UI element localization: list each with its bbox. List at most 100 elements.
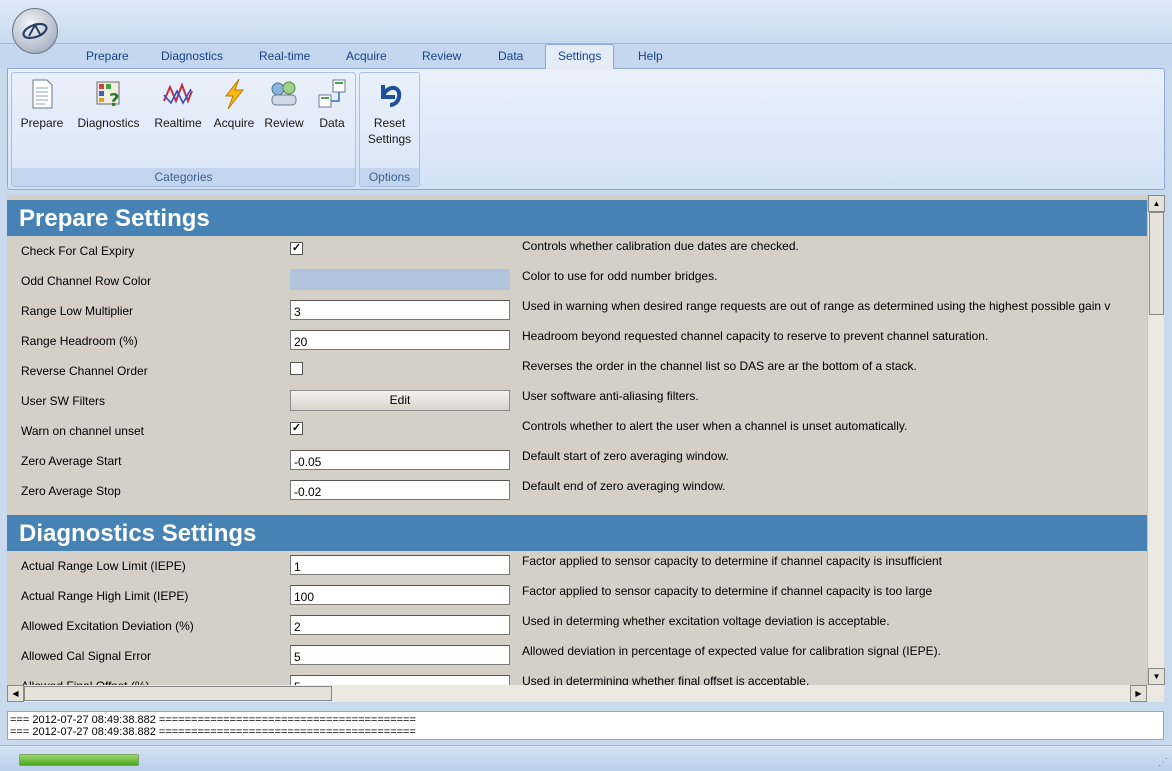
setting-label: Range Headroom (%) <box>21 334 138 348</box>
scroll-up-arrow-icon[interactable]: ▲ <box>1148 195 1165 212</box>
setting-label: Allowed Cal Signal Error <box>21 649 152 663</box>
setting-input[interactable] <box>290 330 510 350</box>
setting-label: Reverse Channel Order <box>21 364 148 378</box>
color-swatch[interactable] <box>290 269 510 290</box>
setting-label: Warn on channel unset <box>21 424 144 438</box>
reset-settings-button[interactable]: Reset Settings <box>362 77 417 147</box>
scroll-down-arrow-icon[interactable]: ▼ <box>1148 668 1165 685</box>
diagnostics-grid-icon: ? <box>96 81 119 111</box>
setting-description: Factor applied to sensor capacity to det… <box>522 584 933 598</box>
setting-row-allowed-cal-signal-error: Allowed Cal Signal Error Allowed deviatio… <box>7 641 1147 671</box>
horizontal-scroll-thumb[interactable] <box>24 686 332 701</box>
setting-input[interactable] <box>290 615 510 635</box>
options-group-label: Options <box>360 168 419 186</box>
setting-description: Used in determing whether excitation vol… <box>522 614 890 628</box>
scroll-left-arrow-icon[interactable]: ◀ <box>7 685 24 702</box>
setting-row-zero-average-start: Zero Average Start Default start of zero … <box>7 446 1147 476</box>
categories-group-label: Categories <box>12 168 355 186</box>
tab-acquire[interactable]: Acquire <box>346 49 387 63</box>
setting-row-user-sw-filters: User SW Filters Edit User software anti-al… <box>7 386 1147 416</box>
setting-label: Actual Range High Limit (IEPE) <box>21 589 189 603</box>
setting-input[interactable] <box>290 585 510 605</box>
application-menu-orb[interactable] <box>12 8 58 54</box>
setting-input[interactable] <box>290 645 510 665</box>
setting-checkbox[interactable]: ✓ <box>290 242 303 255</box>
vertical-scrollbar[interactable]: ▲ ▼ <box>1147 195 1165 685</box>
setting-checkbox[interactable] <box>290 362 303 375</box>
diagnostics-button[interactable]: ? Diagnostics <box>71 77 146 131</box>
status-bar: ⋰ <box>0 745 1172 771</box>
data-button[interactable]: Data <box>310 77 354 131</box>
setting-input[interactable] <box>290 450 510 470</box>
tab-prepare[interactable]: Prepare <box>86 49 129 63</box>
setting-description: Allowed deviation in percentage of expec… <box>522 644 941 658</box>
setting-input[interactable] <box>290 555 510 575</box>
setting-row-warn-on-channel-unset: Warn on channel unset ✓ Controls whether t… <box>7 416 1147 446</box>
setting-row-range-low-multiplier: Range Low Multiplier Used in warning when… <box>7 296 1147 326</box>
waveform-icon <box>163 82 193 105</box>
prepare-button[interactable]: Prepare <box>16 77 68 131</box>
setting-description: Default start of zero averaging window. <box>522 449 729 463</box>
tab-review[interactable]: Review <box>422 49 461 63</box>
scroll-right-arrow-icon[interactable]: ▶ <box>1130 685 1147 702</box>
setting-label: Zero Average Start <box>21 454 122 468</box>
data-tree-icon <box>318 79 346 108</box>
tab-diagnostics[interactable]: Diagnostics <box>161 49 223 63</box>
setting-description: Controls whether calibration due dates a… <box>522 239 799 253</box>
edit-button[interactable]: Edit <box>290 390 510 411</box>
setting-description: Color to use for odd number bridges. <box>522 269 718 283</box>
categories-group: Prepare ? Diagnostics Realtime Acquire R… <box>11 72 356 187</box>
realtime-button[interactable]: Realtime <box>148 77 208 131</box>
setting-row-actual-range-low-limit-iepe: Actual Range Low Limit (IEPE) Factor appl… <box>7 551 1147 581</box>
setting-description: Controls whether to alert the user when … <box>522 419 908 433</box>
undo-arrow-icon <box>380 85 401 107</box>
document-icon <box>32 79 53 109</box>
progress-bar <box>19 754 139 766</box>
setting-row-check-for-cal-expiry: Check For Cal Expiry ✓ Controls whether ca… <box>7 236 1147 266</box>
resize-grip-icon[interactable]: ⋰ <box>1158 757 1168 768</box>
tab-data[interactable]: Data <box>498 49 523 63</box>
svg-text:?: ? <box>109 90 119 111</box>
log-line: === 2012-07-27 08:49:38.882 ============… <box>10 714 416 726</box>
setting-description: Reverses the order in the channel list s… <box>522 359 917 373</box>
setting-row-allowed-excitation-deviation: Allowed Excitation Deviation (%) Used in … <box>7 611 1147 641</box>
ribbon-panel: Prepare ? Diagnostics Realtime Acquire R… <box>7 68 1165 190</box>
setting-input[interactable] <box>290 300 510 320</box>
setting-label: Allowed Excitation Deviation (%) <box>21 619 194 633</box>
setting-row-reverse-channel-order: Reverse Channel Order Reverses the order … <box>7 356 1147 386</box>
title-bar <box>0 0 1172 44</box>
tab-real-time[interactable]: Real-time <box>259 49 310 63</box>
setting-description: Factor applied to sensor capacity to det… <box>522 554 942 568</box>
diagnostics-settings-header: Diagnostics Settings <box>7 515 1147 551</box>
ribbon-tabs: Prepare Diagnostics Real-time Acquire Re… <box>0 44 1172 69</box>
setting-label: Zero Average Stop <box>21 484 121 498</box>
users-review-icon <box>271 81 297 106</box>
options-group: Reset Settings Options <box>359 72 420 187</box>
tab-settings[interactable]: Settings <box>545 44 615 69</box>
setting-row-range-headroom: Range Headroom (%) Headroom beyond reques… <box>7 326 1147 356</box>
setting-row-zero-average-stop: Zero Average Stop Default end of zero ave… <box>7 476 1147 506</box>
setting-input[interactable] <box>290 480 510 500</box>
setting-row-odd-channel-row-color: Odd Channel Row Color Color to use for od… <box>7 266 1147 296</box>
review-button[interactable]: Review <box>259 77 309 131</box>
setting-label: Actual Range Low Limit (IEPE) <box>21 559 186 573</box>
lightning-icon <box>224 78 245 110</box>
vertical-scroll-thumb[interactable] <box>1149 212 1164 315</box>
setting-description: Used in warning when desired range reque… <box>522 299 1111 313</box>
log-line: === 2012-07-27 08:49:38.882 ============… <box>10 726 416 738</box>
setting-checkbox[interactable]: ✓ <box>290 422 303 435</box>
setting-row-actual-range-high-limit-iepe: Actual Range High Limit (IEPE) Factor app… <box>7 581 1147 611</box>
settings-panel: Prepare Settings Check For Cal Expiry ✓ Co… <box>7 195 1147 685</box>
setting-input[interactable] <box>290 675 510 685</box>
prepare-settings-header: Prepare Settings <box>7 200 1147 236</box>
setting-label: User SW Filters <box>21 394 105 408</box>
setting-label: Check For Cal Expiry <box>21 244 135 258</box>
horizontal-scrollbar[interactable]: ◀ ▶ <box>7 685 1164 702</box>
tab-help[interactable]: Help <box>638 49 663 63</box>
acquire-button[interactable]: Acquire <box>209 77 259 131</box>
setting-description: Headroom beyond requested channel capaci… <box>522 329 989 343</box>
setting-description: Used in determining whether final offset… <box>522 674 810 685</box>
setting-label: Range Low Multiplier <box>21 304 134 318</box>
setting-row-allowed-final-offset: Allowed Final Offset (%)Used in determin… <box>7 671 1147 685</box>
log-output: === 2012-07-27 08:49:38.882 ============… <box>7 711 1164 740</box>
